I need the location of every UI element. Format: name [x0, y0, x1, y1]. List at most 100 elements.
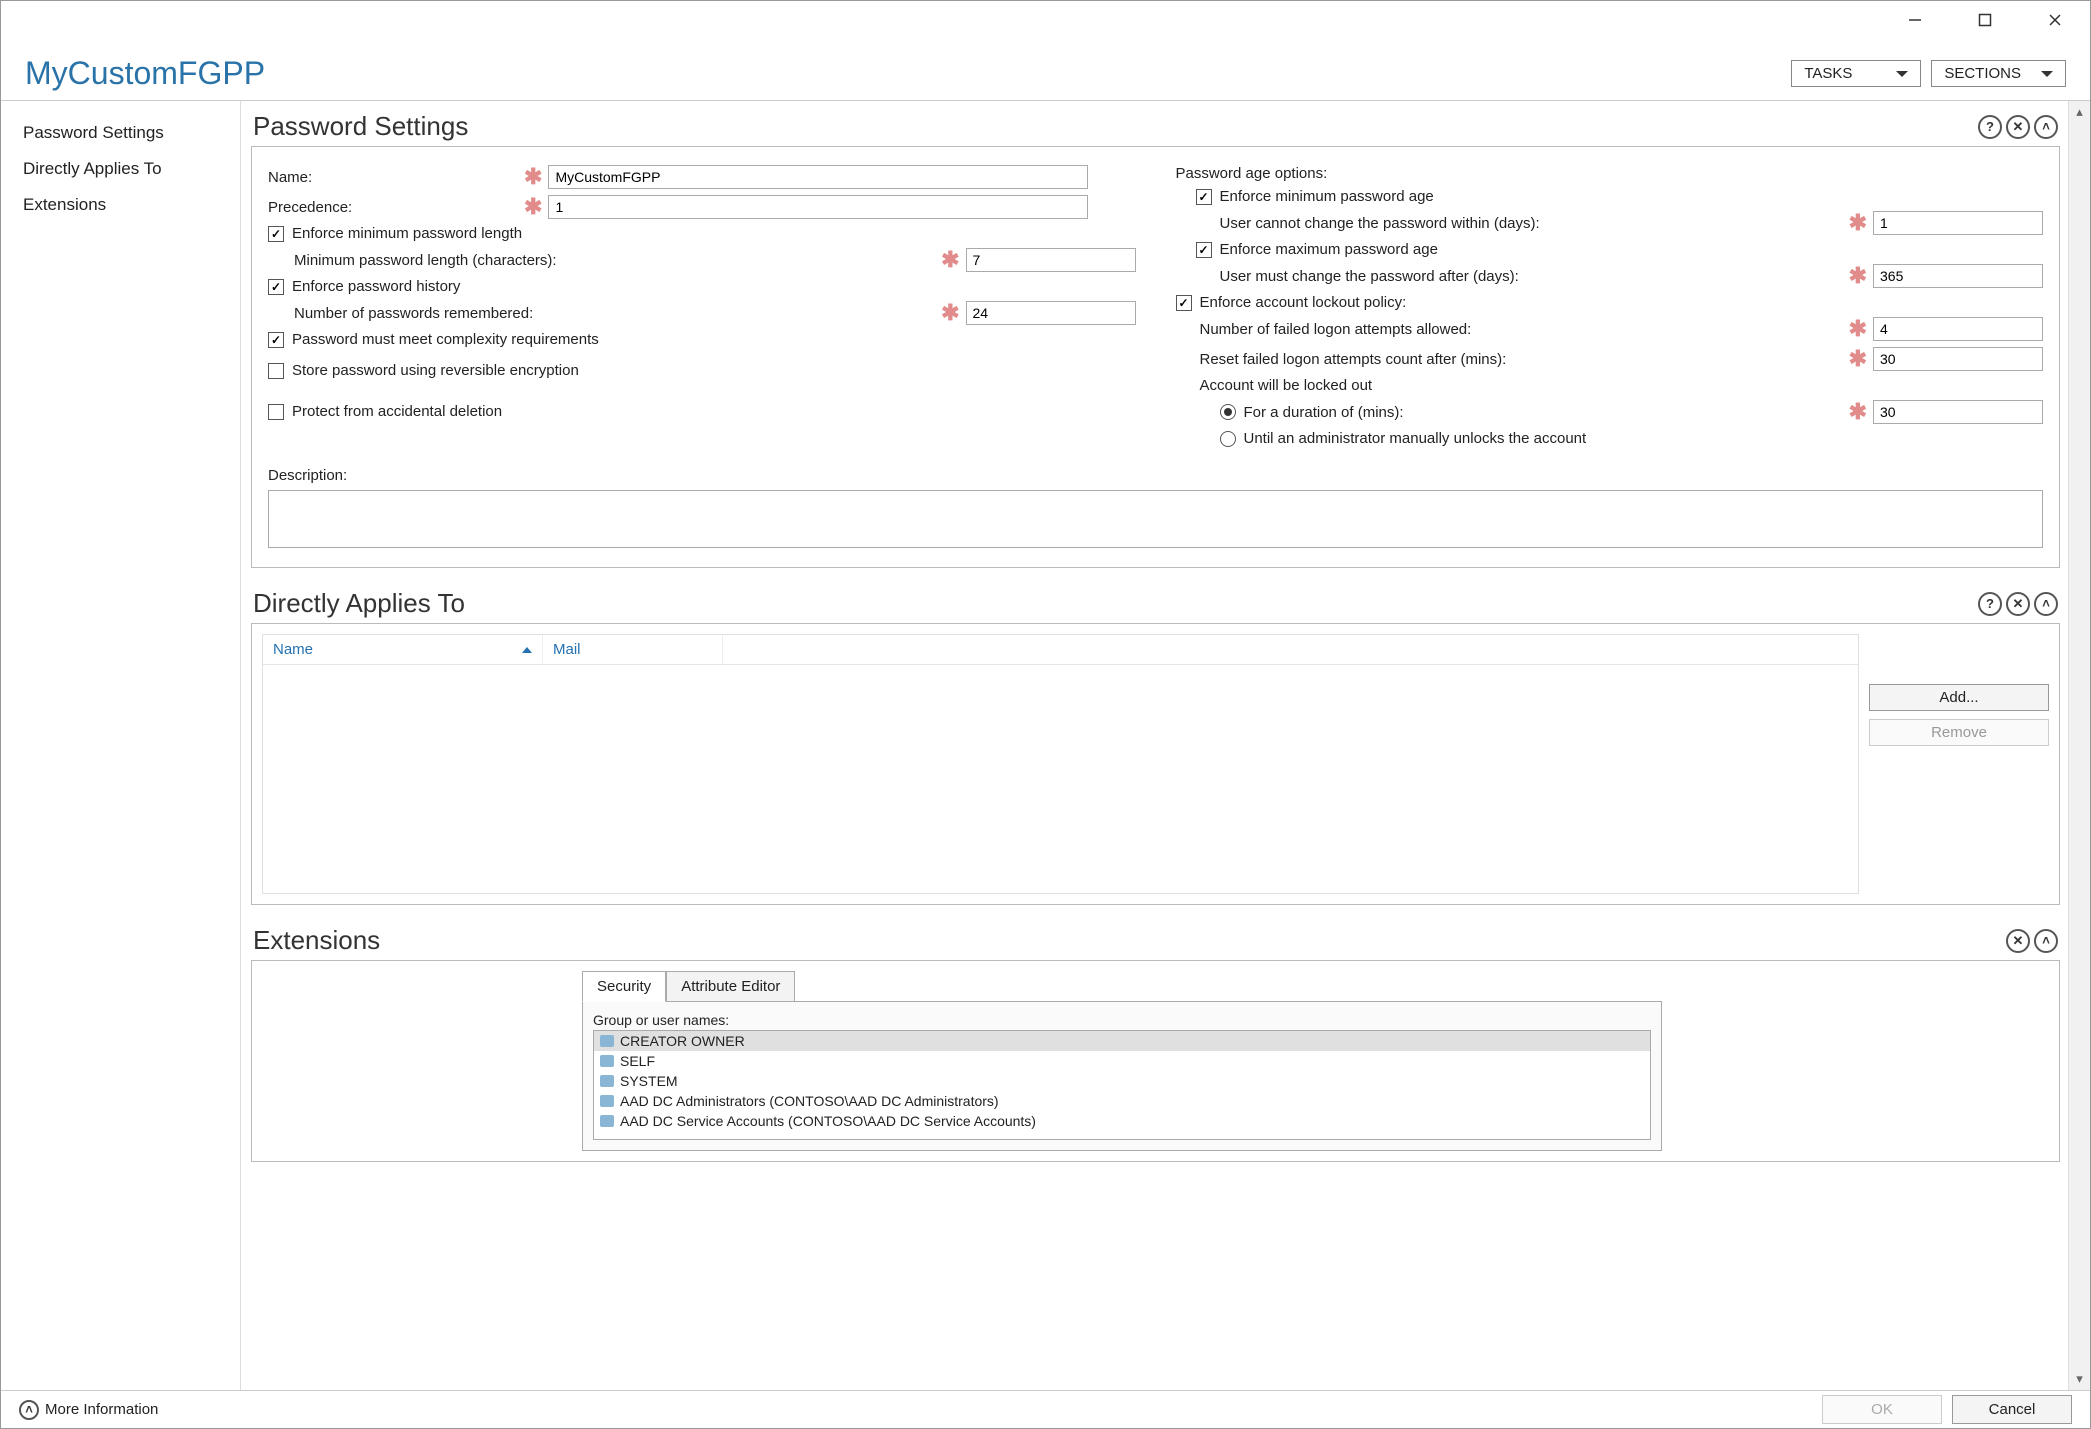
- add-button[interactable]: Add...: [1869, 684, 2049, 711]
- list-item-label: SYSTEM: [620, 1073, 678, 1089]
- sidebar-item-extensions[interactable]: Extensions: [19, 187, 222, 223]
- cancel-button[interactable]: Cancel: [1952, 1395, 2072, 1424]
- sidebar-item-password-settings[interactable]: Password Settings: [19, 115, 222, 151]
- caret-down-icon: [1896, 71, 1908, 77]
- close-button[interactable]: [2020, 1, 2090, 39]
- content-wrap: Password Settings ? ✕ ˄ Name: ✱: [241, 101, 2090, 1390]
- enforce-max-age-label: Enforce maximum password age: [1220, 241, 1438, 258]
- tab-security[interactable]: Security: [582, 971, 666, 1002]
- more-information-label: More Information: [45, 1401, 158, 1418]
- collapse-icon[interactable]: ˄: [2034, 592, 2058, 616]
- section-title-text: Password Settings: [253, 111, 468, 142]
- users-icon: [600, 1075, 614, 1087]
- list-item-label: SELF: [620, 1053, 655, 1069]
- sections-label: SECTIONS: [1944, 65, 2021, 82]
- sort-ascending-icon: [522, 647, 532, 653]
- close-section-icon[interactable]: ✕: [2006, 592, 2030, 616]
- enforce-lockout-checkbox[interactable]: [1176, 295, 1192, 311]
- password-settings-panel: Name: ✱ Precedence: ✱ Enforce minimum pa…: [251, 146, 2060, 568]
- description-label: Description:: [268, 467, 347, 484]
- age-options-header: Password age options:: [1176, 165, 1328, 182]
- page-title: MyCustomFGPP: [25, 55, 265, 92]
- minimize-button[interactable]: [1880, 1, 1950, 39]
- protect-from-deletion-checkbox[interactable]: [268, 404, 284, 420]
- list-item[interactable]: SELF: [594, 1051, 1650, 1071]
- titlebar-controls: [1880, 1, 2090, 39]
- max-age-sublabel: User must change the password after (day…: [1220, 268, 1843, 285]
- column-name-label: Name: [273, 641, 313, 658]
- sidebar-item-directly-applies-to[interactable]: Directly Applies To: [19, 151, 222, 187]
- header-buttons: TASKS SECTIONS: [1791, 60, 2066, 87]
- security-tab-body: Group or user names: CREATOR OWNER SELF …: [582, 1001, 1662, 1151]
- close-section-icon[interactable]: ✕: [2006, 115, 2030, 139]
- close-section-icon[interactable]: ✕: [2006, 929, 2030, 953]
- help-icon[interactable]: ?: [1978, 592, 2002, 616]
- list-item[interactable]: SYSTEM: [594, 1071, 1650, 1091]
- min-length-label: Minimum password length (characters):: [294, 252, 935, 269]
- lock-duration-radio[interactable]: [1220, 404, 1236, 420]
- enforce-min-length-label: Enforce minimum password length: [292, 225, 522, 242]
- enforce-lockout-label: Enforce account lockout policy:: [1200, 294, 1407, 311]
- applies-to-table[interactable]: Name Mail: [262, 634, 1859, 894]
- lock-until-admin-label: Until an administrator manually unlocks …: [1244, 430, 1587, 447]
- chevron-up-icon: ˄: [19, 1400, 39, 1420]
- help-icon[interactable]: ?: [1978, 115, 2002, 139]
- header: MyCustomFGPP TASKS SECTIONS: [1, 45, 2090, 101]
- reset-after-input[interactable]: [1873, 347, 2043, 371]
- window: MyCustomFGPP TASKS SECTIONS Password Set…: [0, 0, 2091, 1429]
- column-header-name[interactable]: Name: [263, 635, 543, 664]
- required-icon: ✱: [524, 201, 542, 213]
- lock-until-admin-radio[interactable]: [1220, 431, 1236, 447]
- max-age-input[interactable]: [1873, 264, 2043, 288]
- scroll-down-icon[interactable]: ▾: [2069, 1368, 2090, 1390]
- required-icon: ✱: [1849, 406, 1867, 418]
- tasks-dropdown[interactable]: TASKS: [1791, 60, 1921, 87]
- enforce-min-length-checkbox[interactable]: [268, 226, 284, 242]
- required-icon: ✱: [1849, 323, 1867, 335]
- lock-duration-label: For a duration of (mins):: [1244, 404, 1843, 421]
- column-header-mail[interactable]: Mail: [543, 635, 723, 664]
- group-or-user-listbox[interactable]: CREATOR OWNER SELF SYSTEM AAD DC Adminis…: [593, 1030, 1651, 1140]
- enforce-max-age-checkbox[interactable]: [1196, 242, 1212, 258]
- precedence-input[interactable]: [548, 195, 1088, 219]
- history-count-label: Number of passwords remembered:: [294, 305, 935, 322]
- lock-duration-input[interactable]: [1873, 400, 2043, 424]
- section-icons: ? ✕ ˄: [1978, 115, 2058, 139]
- maximize-button[interactable]: [1950, 1, 2020, 39]
- list-item[interactable]: AAD DC Administrators (CONTOSO\AAD DC Ad…: [594, 1091, 1650, 1111]
- body: Password Settings Directly Applies To Ex…: [1, 101, 2090, 1390]
- min-age-input[interactable]: [1873, 211, 2043, 235]
- users-icon: [600, 1055, 614, 1067]
- name-input[interactable]: [548, 165, 1088, 189]
- description-textarea[interactable]: [268, 490, 2043, 548]
- more-information-toggle[interactable]: ˄ More Information: [19, 1400, 158, 1420]
- failed-attempts-label: Number of failed logon attempts allowed:: [1200, 321, 1843, 338]
- vertical-scrollbar[interactable]: ▴ ▾: [2068, 101, 2090, 1390]
- reversible-encryption-checkbox[interactable]: [268, 363, 284, 379]
- min-length-input[interactable]: [966, 248, 1136, 272]
- collapse-icon[interactable]: ˄: [2034, 929, 2058, 953]
- remove-button[interactable]: Remove: [1869, 719, 2049, 746]
- tab-attribute-editor[interactable]: Attribute Editor: [666, 971, 795, 1002]
- table-header: Name Mail: [263, 635, 1858, 665]
- ok-button[interactable]: OK: [1822, 1395, 1942, 1424]
- list-item-label: AAD DC Service Accounts (CONTOSO\AAD DC …: [620, 1113, 1036, 1129]
- enforce-min-age-checkbox[interactable]: [1196, 189, 1212, 205]
- enforce-history-checkbox[interactable]: [268, 279, 284, 295]
- complexity-checkbox[interactable]: [268, 332, 284, 348]
- required-icon: ✱: [941, 254, 959, 266]
- required-icon: ✱: [1849, 217, 1867, 229]
- caret-down-icon: [2041, 71, 2053, 77]
- failed-attempts-input[interactable]: [1873, 317, 2043, 341]
- footer-buttons: OK Cancel: [1822, 1395, 2072, 1424]
- list-item[interactable]: AAD DC Service Accounts (CONTOSO\AAD DC …: [594, 1111, 1650, 1131]
- section-icons: ? ✕ ˄: [1978, 592, 2058, 616]
- sections-dropdown[interactable]: SECTIONS: [1931, 60, 2066, 87]
- min-age-sublabel: User cannot change the password within (…: [1220, 215, 1843, 232]
- scroll-up-icon[interactable]: ▴: [2069, 101, 2090, 123]
- list-item[interactable]: CREATOR OWNER: [594, 1031, 1650, 1051]
- group-or-user-names-label: Group or user names:: [593, 1012, 1651, 1028]
- users-icon: [600, 1115, 614, 1127]
- collapse-icon[interactable]: ˄: [2034, 115, 2058, 139]
- history-count-input[interactable]: [966, 301, 1136, 325]
